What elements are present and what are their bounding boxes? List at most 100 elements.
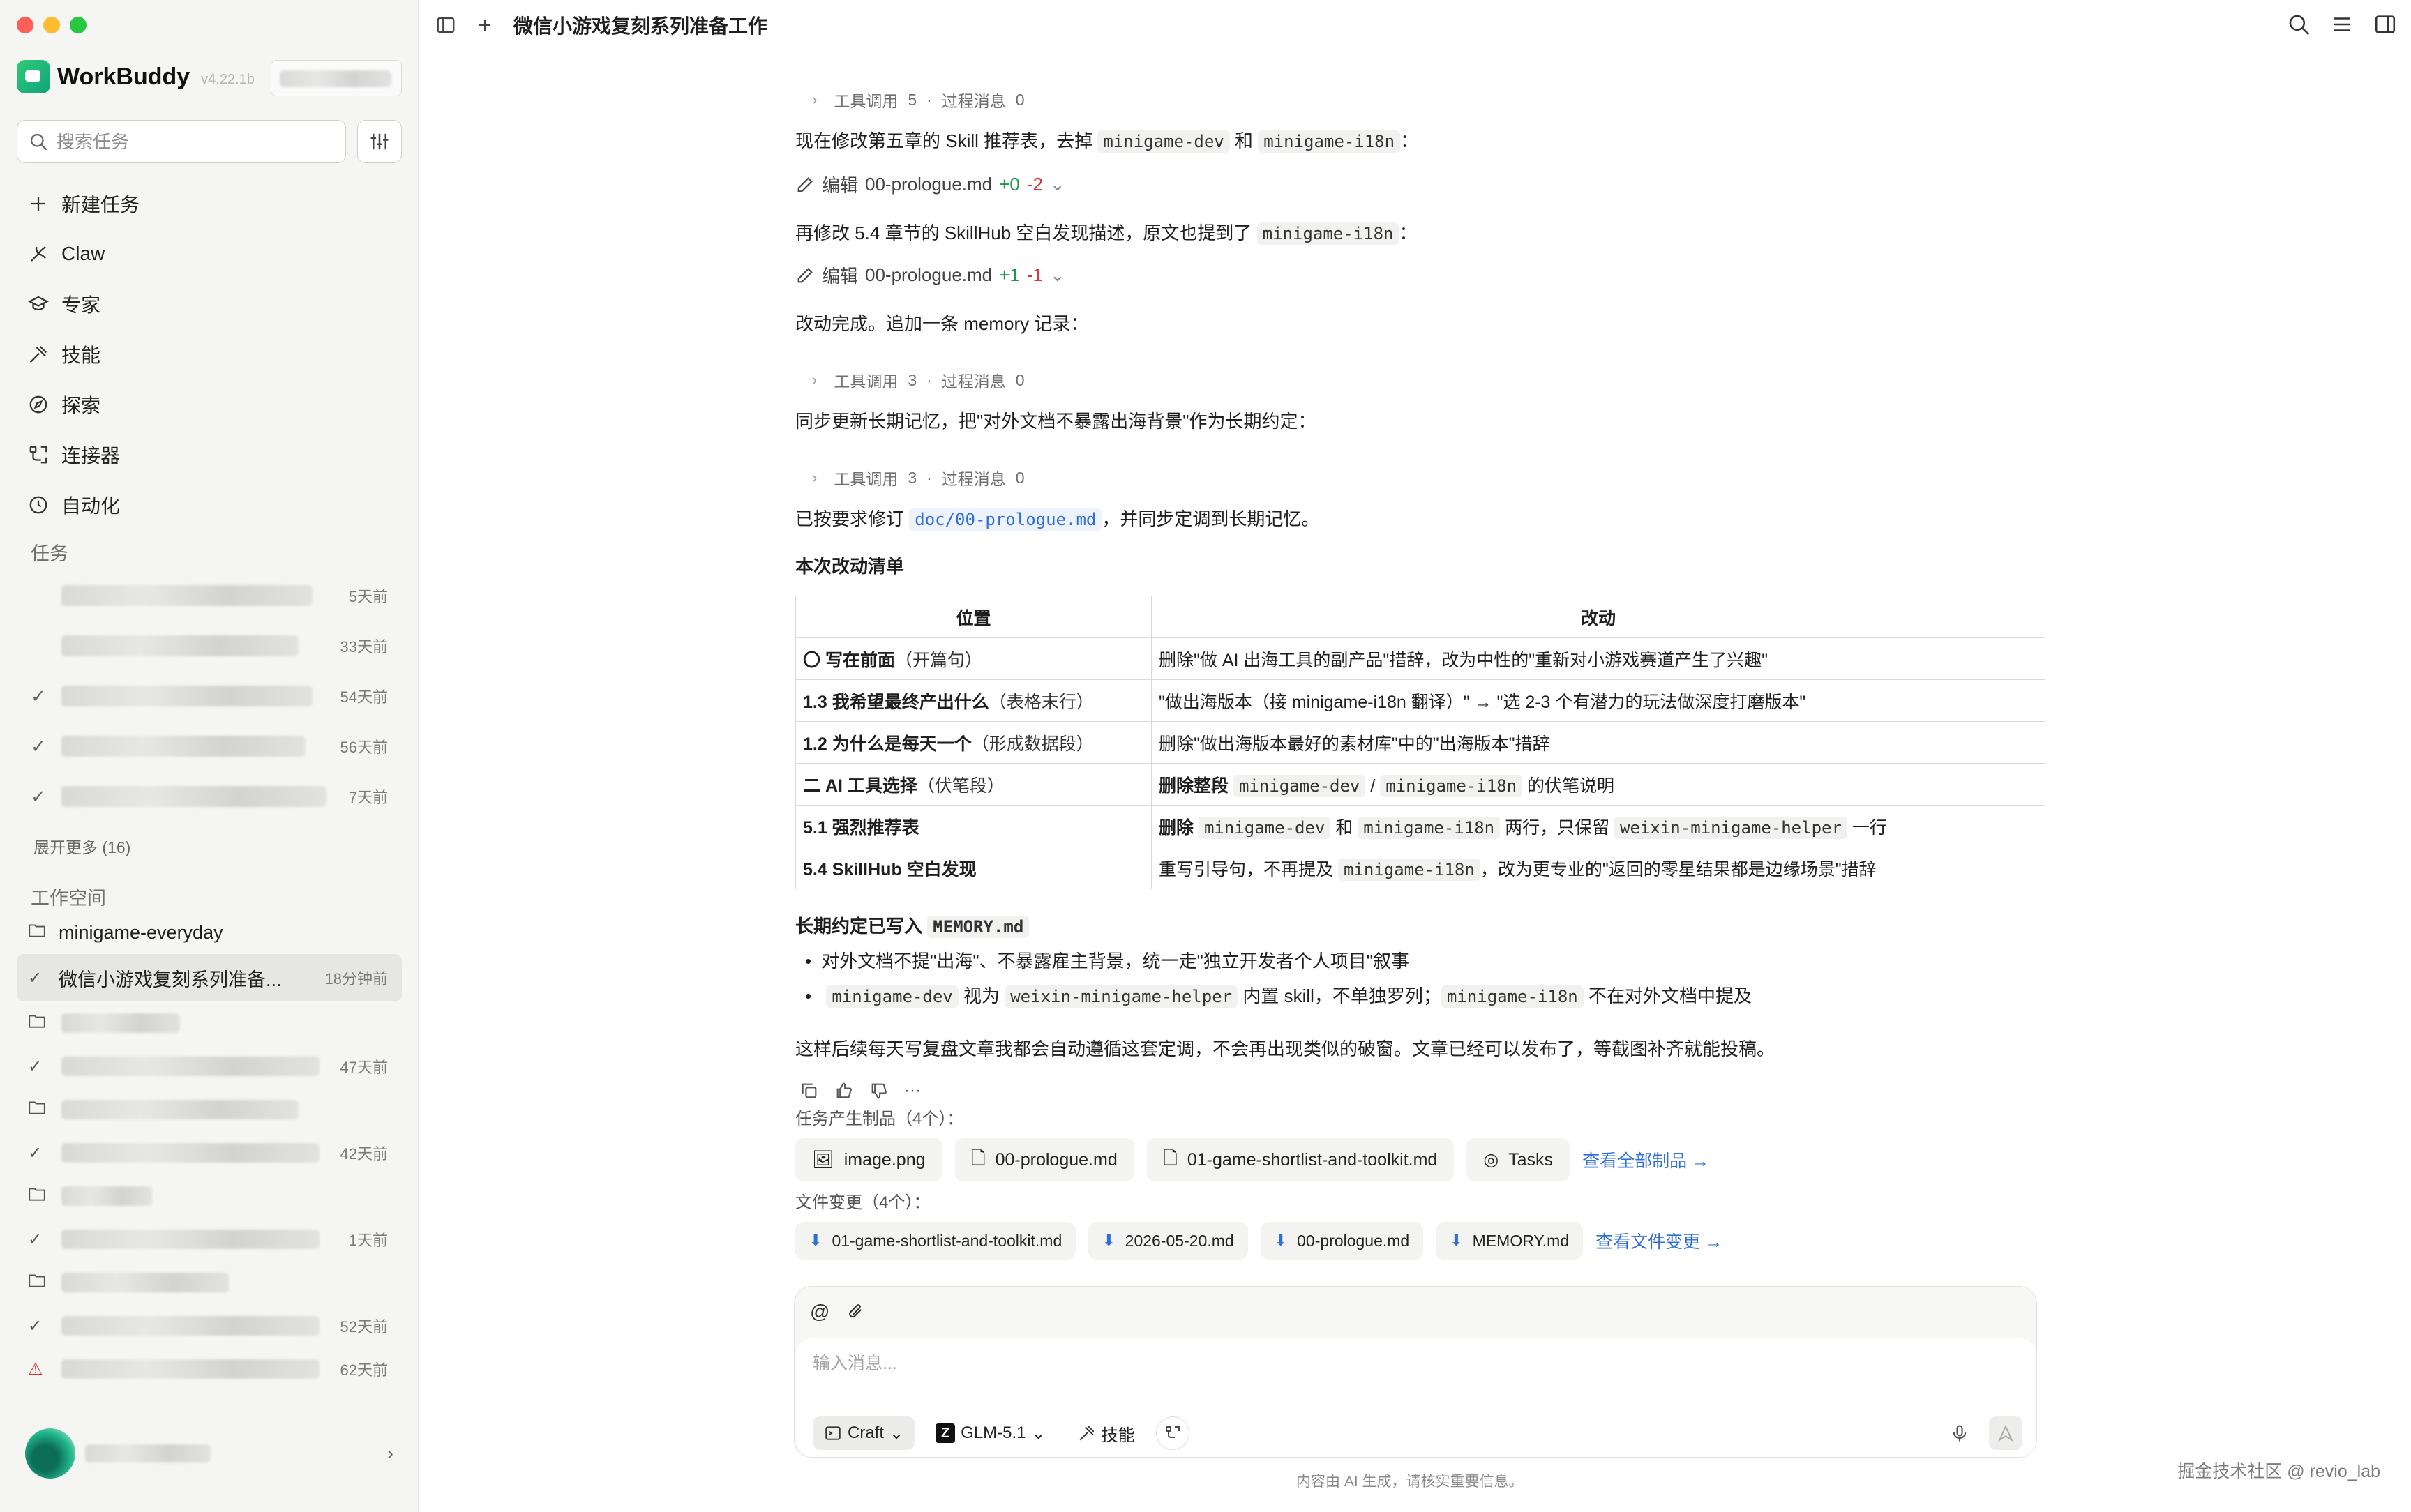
task-time: 18分钟前 bbox=[324, 970, 388, 988]
file-change-chip[interactable]: ⬇ MEMORY.md bbox=[1436, 1222, 1584, 1260]
nav-label: 自动化 bbox=[61, 495, 121, 517]
file-change-chip[interactable]: ⬇ 00-prologue.md bbox=[1260, 1222, 1424, 1260]
task-item[interactable]: 33天前 bbox=[17, 621, 402, 671]
nav-label: 连接器 bbox=[61, 445, 121, 467]
thumbs-up-icon[interactable] bbox=[834, 1081, 854, 1101]
new-tab-button[interactable] bbox=[473, 13, 497, 37]
task-time: 47天前 bbox=[340, 1059, 388, 1076]
account-switcher[interactable] bbox=[271, 60, 402, 96]
expand-more-link[interactable]: 展开更多 (16) bbox=[33, 834, 130, 858]
task-item[interactable]: ✓ 7天前 bbox=[17, 771, 402, 822]
task-item[interactable]: ✓ 56天前 bbox=[17, 721, 402, 771]
connector-button[interactable] bbox=[1155, 1416, 1189, 1450]
nav-experts[interactable]: 专家 bbox=[17, 279, 402, 329]
tool-call-summary[interactable]: › 工具调用 3 · 过程消息 0 bbox=[812, 466, 1025, 490]
close-window-button[interactable] bbox=[17, 17, 33, 33]
message-actions: ··· bbox=[799, 1081, 921, 1101]
skill-button[interactable]: 技能 bbox=[1067, 1416, 1146, 1450]
connector-icon bbox=[29, 446, 47, 464]
view-file-changes-link[interactable]: 查看文件变更 → bbox=[1595, 1228, 1722, 1253]
table-row: 二 AI 工具选择（伏笔段） 删除整段 minigame-dev / minig… bbox=[795, 763, 2045, 806]
search-icon[interactable] bbox=[2287, 13, 2311, 36]
active-task-item[interactable]: ✓ 微信小游戏复刻系列准备... 18分钟前 bbox=[17, 954, 402, 1001]
tool-call-summary[interactable]: › 工具调用 5 · 过程消息 0 bbox=[812, 88, 1025, 112]
file-link[interactable]: doc/00-prologue.md bbox=[909, 508, 1102, 531]
ai-disclaimer: 内容由 AI 生成，请核实重要信息。 bbox=[1296, 1474, 1524, 1490]
table-header-row: 位置 改动 bbox=[795, 596, 2045, 638]
workspace-folder[interactable] bbox=[17, 1088, 402, 1131]
toggle-sidebar-button[interactable] bbox=[434, 13, 458, 37]
table-row: 5.1 强烈推荐表 删除 minigame-dev 和 minigame-i18… bbox=[795, 805, 2045, 847]
check-icon: ✓ bbox=[31, 735, 46, 757]
microphone-icon[interactable] bbox=[1950, 1423, 1969, 1443]
view-all-artifacts-link[interactable]: 查看全部制品 → bbox=[1582, 1147, 1709, 1172]
nav-automation[interactable]: 自动化 bbox=[17, 480, 402, 530]
workspace-folder[interactable] bbox=[17, 1261, 402, 1304]
changes-heading: 本次改动清单 bbox=[795, 556, 905, 577]
nav-explore[interactable]: 探索 bbox=[17, 379, 402, 430]
mode-select[interactable]: Craft ⌄ bbox=[813, 1416, 915, 1450]
file-change-chip[interactable]: ⬇ 2026-05-20.md bbox=[1088, 1222, 1248, 1260]
minimize-window-button[interactable] bbox=[43, 17, 60, 33]
task-item[interactable]: ✓ 54天前 bbox=[17, 671, 402, 721]
task-time: 56天前 bbox=[340, 739, 388, 756]
task-item[interactable]: ✓ 42天前 bbox=[17, 1131, 402, 1174]
table-row: 1.3 我希望最终产出什么（表格末行） "做出海版本（接 minigame-i1… bbox=[795, 679, 2045, 722]
nav-skills[interactable]: 技能 bbox=[17, 329, 402, 379]
more-icon[interactable]: ··· bbox=[904, 1081, 921, 1101]
nav-connectors[interactable]: 连接器 bbox=[17, 430, 402, 480]
task-time: 5天前 bbox=[348, 588, 388, 605]
mention-icon[interactable]: @ bbox=[810, 1301, 829, 1323]
pencil-icon bbox=[797, 267, 813, 282]
app-name: WorkBuddy bbox=[57, 63, 190, 90]
workspace-folder[interactable]: minigame-everyday bbox=[17, 911, 402, 954]
avatar bbox=[25, 1428, 75, 1479]
nav-claw[interactable]: Claw bbox=[17, 229, 402, 279]
connector-icon bbox=[1165, 1426, 1180, 1438]
thumbs-down-icon[interactable] bbox=[869, 1081, 889, 1101]
artifact-chip[interactable]: 🖼 image.png bbox=[795, 1138, 942, 1181]
paperclip-icon[interactable] bbox=[845, 1301, 864, 1320]
table-row: 1.2 为什么是每天一个（形成数据段） 删除"做出海版本最好的素材库"中的"出海… bbox=[795, 721, 2045, 764]
tool-call-summary[interactable]: › 工具调用 3 · 过程消息 0 bbox=[812, 368, 1025, 392]
task-item[interactable]: ✓ 52天前 bbox=[17, 1304, 402, 1347]
workspace-folder[interactable] bbox=[17, 1174, 402, 1218]
top-bar: 微信小游戏复刻系列准备工作 bbox=[419, 0, 2411, 50]
workspace-folder[interactable] bbox=[17, 1001, 402, 1045]
compass-icon bbox=[29, 395, 47, 414]
panel-right-icon[interactable] bbox=[2373, 13, 2397, 36]
artifact-chip[interactable]: ◎ Tasks bbox=[1466, 1138, 1570, 1181]
artifact-chip[interactable]: 🗋 00-prologue.md bbox=[954, 1138, 1134, 1181]
search-input[interactable] bbox=[57, 130, 322, 153]
copy-icon[interactable] bbox=[799, 1081, 819, 1101]
assistant-message: 改动完成。追加一条 memory 记录： bbox=[795, 313, 1089, 334]
chevron-right-icon: › bbox=[812, 91, 818, 108]
artifact-chip[interactable]: 🗋 01-game-shortlist-and-toolkit.md bbox=[1146, 1138, 1455, 1181]
assistant-message: 这样后续每天写复盘文章我都会自动遵循这套定调，不会再出现类似的破窗。文章已经可以… bbox=[795, 1038, 1775, 1059]
edit-file-record[interactable]: 编辑 00-prologue.md +0 -2 ⌄ bbox=[795, 172, 1065, 197]
download-icon: ⬇ bbox=[1450, 1232, 1463, 1249]
task-item[interactable]: ✓ 47天前 bbox=[17, 1045, 402, 1088]
active-task-label: 微信小游戏复刻系列准备... bbox=[59, 969, 282, 990]
model-select[interactable]: Z GLM-5.1 ⌄ bbox=[924, 1416, 1056, 1450]
nav-label: 探索 bbox=[61, 395, 101, 416]
nav-label: 新建任务 bbox=[61, 194, 140, 216]
column-header: 改动 bbox=[1151, 596, 2045, 638]
task-item[interactable]: 5天前 bbox=[17, 570, 402, 621]
warning-icon: ⚠ bbox=[28, 1359, 43, 1379]
chevron-right-icon: › bbox=[386, 1442, 393, 1464]
task-time: 7天前 bbox=[348, 789, 388, 806]
claw-icon bbox=[31, 246, 46, 262]
file-change-chip[interactable]: ⬇ 01-game-shortlist-and-toolkit.md bbox=[795, 1222, 1076, 1260]
send-button[interactable] bbox=[1989, 1416, 2022, 1450]
pencil-icon bbox=[797, 176, 813, 192]
task-item[interactable]: ✓ 1天前 bbox=[17, 1218, 402, 1261]
zoom-window-button[interactable] bbox=[70, 17, 87, 33]
edit-file-record[interactable]: 编辑 00-prologue.md +1 -1 ⌄ bbox=[795, 262, 1065, 288]
task-item[interactable]: ⚠ 62天前 bbox=[17, 1347, 402, 1391]
filter-button[interactable] bbox=[357, 120, 402, 163]
message-input[interactable] bbox=[813, 1354, 1789, 1374]
list-icon[interactable] bbox=[2330, 13, 2354, 36]
user-profile[interactable]: › bbox=[25, 1426, 393, 1481]
nav-new-task[interactable]: 新建任务 bbox=[17, 179, 402, 229]
